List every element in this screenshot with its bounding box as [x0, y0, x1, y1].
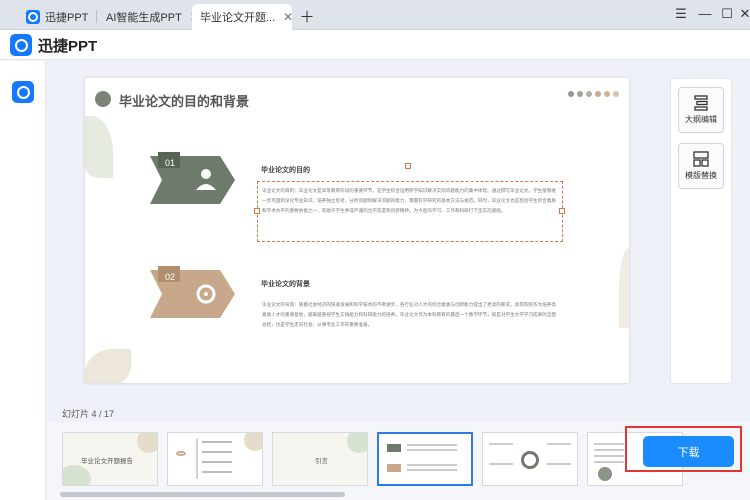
section-heading[interactable]: 毕业论文的目的	[261, 165, 310, 175]
user-icon	[201, 169, 211, 179]
maximize-icon[interactable]: ☐	[718, 6, 736, 22]
leaf-decoration	[619, 248, 629, 328]
slide-thumbnail-current[interactable]	[377, 432, 473, 486]
thumb-title: 引言	[315, 458, 328, 465]
template-icon	[693, 151, 709, 167]
resize-handle-right[interactable]	[559, 208, 565, 214]
download-button[interactable]: 下载	[643, 436, 734, 467]
brand-logo-icon	[10, 34, 32, 56]
template-replace-button[interactable]: 模版替换	[678, 143, 724, 189]
tab-divider	[96, 10, 97, 23]
title-bar: 迅捷PPT AI智能生成PPT ✕ 毕业论文开题... ✕ ＋ ☰ — ☐ ✕	[0, 0, 750, 30]
brand-name: 迅捷PPT	[38, 37, 98, 55]
outline-edit-button[interactable]: 大纲编辑	[678, 87, 724, 133]
section-heading[interactable]: 毕业论文的背景	[261, 279, 310, 289]
slide-thumbnail[interactable]: 毕业论文开题报告	[62, 432, 158, 486]
slide-thumbnail[interactable]: 引言	[272, 432, 368, 486]
leaf-decoration	[85, 349, 131, 383]
add-tab-icon[interactable]: ＋	[298, 6, 316, 27]
resize-handle-left[interactable]	[254, 208, 260, 214]
title-bullet-icon	[95, 91, 111, 107]
section-body[interactable]: 毕业论文的背景：随着社会经济的快速发展和科学技术的不断进步，各行业对人才的综合素…	[262, 300, 558, 362]
left-rail	[0, 61, 46, 500]
brand: 迅捷PPT	[10, 34, 97, 56]
leaf-decoration	[85, 116, 113, 178]
app-logo-icon	[26, 10, 40, 24]
section-02-graphic[interactable]	[140, 264, 240, 324]
section-number: 01	[165, 158, 176, 168]
close-icon[interactable]: ✕	[283, 10, 293, 24]
app-header: 迅捷PPT	[0, 30, 750, 60]
right-tool-panel: 大纲编辑 模版替换	[670, 78, 732, 384]
thumb-title: 毕业论文开题报告	[81, 458, 133, 465]
slide-thumbnail[interactable]	[167, 432, 263, 486]
rotate-handle[interactable]	[405, 163, 411, 169]
outline-icon	[694, 95, 708, 111]
decorative-dots	[568, 91, 619, 97]
tool-label: 大纲编辑	[685, 115, 717, 124]
slide-thumbnail[interactable]	[482, 432, 578, 486]
tab-label: 迅捷PPT	[45, 12, 89, 24]
history-icon-center	[204, 292, 208, 296]
slide-title[interactable]: 毕业论文的目的和背景	[119, 91, 249, 110]
tool-label: 模版替换	[685, 171, 717, 180]
tab-label: AI智能生成PPT	[106, 12, 182, 24]
tab-home[interactable]: 迅捷PPT	[18, 4, 96, 30]
minimize-icon[interactable]: —	[696, 6, 714, 21]
slide-canvas[interactable]: 毕业论文的目的和背景 01 02 毕业论文的目的 毕业论文的目的：毕业论文是高等…	[85, 78, 629, 383]
section-01-graphic[interactable]	[140, 150, 240, 210]
slide-counter: 幻灯片 4 / 17	[62, 409, 115, 419]
filmstrip-scrollbar[interactable]	[60, 492, 345, 497]
tab-thesis[interactable]: 毕业论文开题... ✕	[192, 4, 293, 30]
app-logo-icon[interactable]	[12, 81, 34, 103]
section-number: 02	[165, 272, 176, 282]
section-body[interactable]: 毕业论文的目的：毕业论文是高等教育阶段的重要环节，是学生综合运用所学知识解决实际…	[262, 186, 558, 238]
tab-label: 毕业论文开题...	[200, 12, 276, 24]
close-window-icon[interactable]: ✕	[736, 6, 750, 22]
menu-icon[interactable]: ☰	[672, 6, 690, 22]
